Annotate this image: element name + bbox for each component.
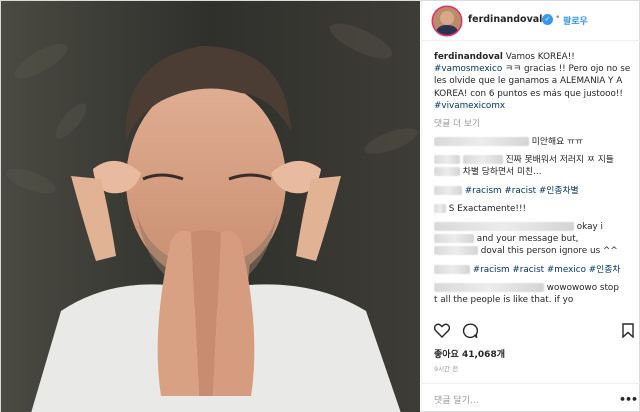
post-caption: ferdinandoval Vamos KOREA!! #vamosmexico… (434, 51, 634, 112)
hashtag-vamosmexico[interactable]: #vamosmexico (434, 64, 502, 74)
blurred-username (434, 282, 544, 292)
comment-icon[interactable] (462, 323, 478, 339)
hashtag-racism[interactable]: #racism (465, 186, 502, 196)
caption-username[interactable]: ferdinandoval (434, 52, 503, 62)
comment-item: #racism #racist #인종차별 (434, 185, 634, 197)
comment-text: 미안해요 ㅠㅠ (531, 137, 584, 148)
blurred-username (434, 137, 529, 147)
post-header: ferdinandoval ✓ 팔로우 • (422, 1, 640, 41)
comment-text: 진짜 못배워서 저러지 ㅉ 지들 (505, 155, 614, 166)
blurred-text (434, 246, 478, 256)
post-photo-illustration (1, 1, 420, 412)
bookmark-icon[interactable] (622, 323, 634, 338)
post-side-panel: ferdinandoval ✓ 팔로우 • ferdinandoval Vamo… (421, 1, 640, 412)
comment-text: S Exactamente!!! (448, 203, 527, 214)
blurred-text (434, 234, 474, 244)
comments-list: ferdinandoval Vamos KOREA!! #vamosmexico… (434, 51, 634, 313)
blurred-text (434, 167, 460, 177)
follow-button[interactable]: 팔로우 (563, 14, 588, 27)
hashtag-racist[interactable]: #racist (512, 265, 544, 275)
blurred-username (434, 185, 462, 195)
comment-item: okay i and your message but, doval this … (434, 221, 634, 258)
comment-text-2: 차별 당하면서 미친... (462, 167, 542, 178)
blurred-username (434, 222, 574, 232)
comment-text-2: and your message but, (476, 234, 579, 245)
avatar[interactable] (433, 7, 461, 35)
separator-dot: • (555, 13, 561, 23)
comment-item: 미안해요 ㅠㅠ (434, 136, 634, 148)
hashtag-mexico[interactable]: #mexico (547, 265, 586, 275)
caption-line1: Vamos KOREA!! (505, 52, 575, 62)
add-comment-input[interactable]: 댓글 달기... (434, 393, 479, 406)
comment-text: okay i (576, 222, 603, 233)
post-photo[interactable] (1, 1, 420, 412)
blurred-username (434, 264, 470, 274)
comment-item: #racism #racist #mexico #인종차 (434, 264, 634, 276)
hashtag-vivamexicomx[interactable]: #vivamexicomx (434, 101, 505, 111)
blurred-username (434, 155, 460, 165)
comment-item: 진짜 못배워서 저러지 ㅉ 지들 차별 당하면서 미친... (434, 154, 634, 178)
likes-count[interactable]: 좋아요 41,068개 (434, 347, 505, 360)
comment-item: wowowowo stop t all the people is like t… (434, 282, 634, 306)
hashtag-racism[interactable]: #racism (473, 265, 510, 275)
post-timestamp: 9시간 전 (434, 365, 459, 373)
comment-text-3: doval this person ignore us ^^ (480, 246, 618, 257)
instagram-post: ferdinandoval ✓ 팔로우 • ferdinandoval Vamo… (0, 0, 640, 412)
add-comment-bar: 댓글 달기... ••• (422, 383, 640, 412)
verified-badge-icon: ✓ (542, 14, 553, 25)
hashtag-racism-ko[interactable]: #인종차 (589, 265, 621, 275)
comment-item: S Exactamente!!! (434, 203, 634, 215)
heart-icon[interactable] (434, 323, 450, 338)
hashtag-racist[interactable]: #racist (504, 186, 536, 196)
action-bar (434, 323, 634, 343)
hashtag-racism-ko[interactable]: #인종차별 (539, 186, 579, 196)
more-options-icon[interactable]: ••• (619, 393, 638, 406)
comment-text: wowowowo stop (546, 282, 619, 293)
header-username[interactable]: ferdinandoval (468, 14, 542, 25)
more-comments-link[interactable]: 댓글 더 보기 (434, 118, 634, 130)
comment-text-2: t all the people is like that. if yo (434, 295, 574, 306)
blurred-text (462, 155, 503, 165)
blurred-username (434, 203, 446, 213)
